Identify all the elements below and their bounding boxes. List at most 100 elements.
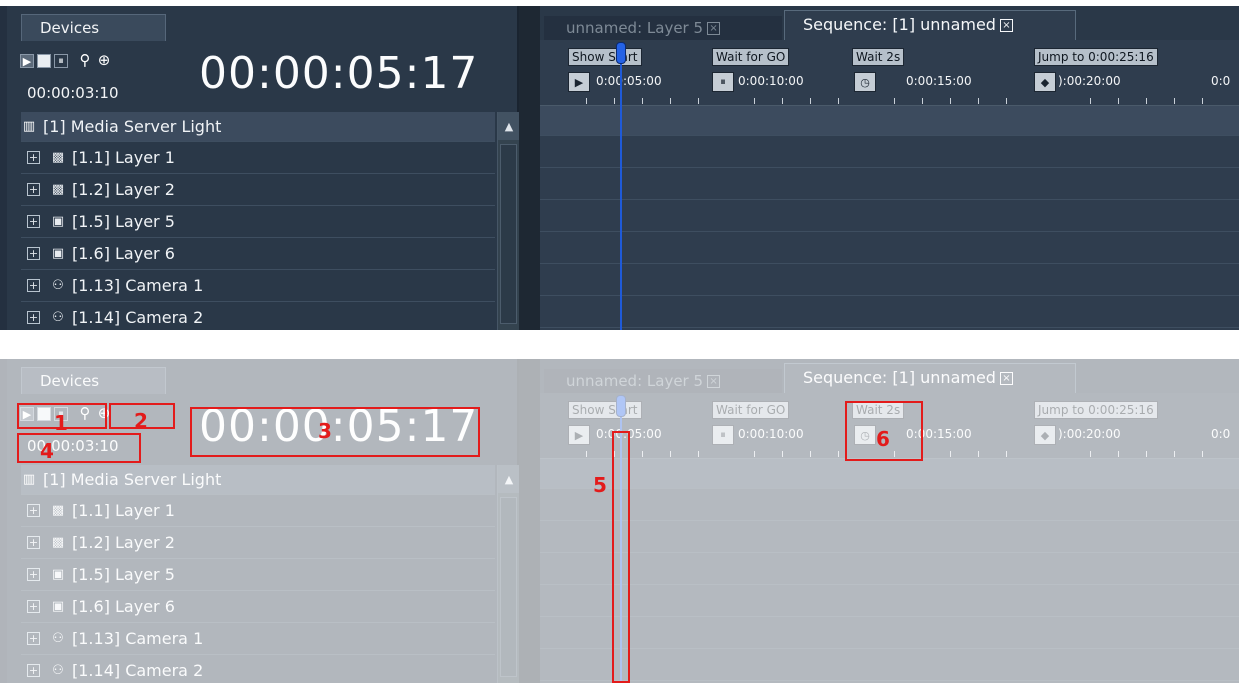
pause-icon[interactable]: ⏸ <box>712 425 734 445</box>
expand-icon[interactable]: + <box>27 215 40 228</box>
timeline-ruler[interactable]: Show Start Wait for GO Wait 2s Jump to 0… <box>540 40 1239 106</box>
marker-wait-for-go[interactable]: Wait for GO <box>712 48 790 66</box>
jump-icon[interactable]: ◆ <box>1034 425 1056 445</box>
expand-icon[interactable]: + <box>27 247 40 260</box>
sequence-lanes <box>540 459 1239 683</box>
time-label: 0:00:05:00 <box>596 74 662 88</box>
devices-tab[interactable]: Devices <box>21 14 166 41</box>
expand-icon[interactable]: + <box>27 151 40 164</box>
scroll-thumb[interactable] <box>500 497 517 677</box>
marker-show-start[interactable]: Show Start <box>568 48 642 66</box>
pause-icon[interactable]: ⏸ <box>712 72 734 92</box>
tree-scrollbar[interactable]: ▲ <box>497 465 520 683</box>
marker-wait-2s[interactable]: Wait 2s <box>852 401 905 419</box>
lane[interactable] <box>540 521 1239 553</box>
close-icon[interactable]: × <box>707 375 721 388</box>
playhead-handle[interactable] <box>616 395 626 417</box>
expand-icon[interactable]: + <box>27 568 40 581</box>
tab-label: unnamed: Layer 5 <box>566 19 704 37</box>
ruler-tick <box>950 451 951 457</box>
clock-icon[interactable]: ◷ <box>854 425 876 445</box>
scroll-thumb[interactable] <box>500 144 517 324</box>
jump-icon[interactable]: ◆ <box>1034 72 1056 92</box>
lane[interactable] <box>540 459 1239 489</box>
tree-item[interactable]: + ▣ [1.5] Layer 5 <box>21 559 495 591</box>
zoom-in-icon[interactable]: ⊕ <box>96 51 112 69</box>
play-icon[interactable]: ▶ <box>20 407 34 421</box>
lane[interactable] <box>540 489 1239 521</box>
stop-icon[interactable]: ■ <box>37 54 51 68</box>
playhead-line <box>620 395 622 683</box>
tree-item[interactable]: + ⚇ [1.13] Camera 1 <box>21 270 495 302</box>
tab-sequence[interactable]: Sequence: [1] unnamed × <box>784 363 1076 393</box>
lane[interactable] <box>540 168 1239 200</box>
lane[interactable] <box>540 200 1239 232</box>
marker-jump[interactable]: Jump to 0:00:25:16 <box>1034 48 1158 66</box>
play-icon[interactable]: ▶ <box>20 54 34 68</box>
expand-icon[interactable]: + <box>27 311 40 324</box>
layer-image-icon: ▣ <box>51 599 65 614</box>
tree-item-label: [1.2] Layer 2 <box>72 533 175 552</box>
close-icon[interactable]: × <box>999 372 1013 385</box>
playhead-handle[interactable] <box>616 42 626 64</box>
tree-item[interactable]: + ▩ [1.2] Layer 2 <box>21 174 495 206</box>
lane[interactable] <box>540 649 1239 681</box>
play-icon[interactable]: ▶ <box>568 425 590 445</box>
ruler-tick <box>1118 98 1119 104</box>
expand-icon[interactable]: + <box>27 536 40 549</box>
close-icon[interactable]: × <box>707 22 721 35</box>
clock-icon[interactable]: ◷ <box>854 72 876 92</box>
marker-jump[interactable]: Jump to 0:00:25:16 <box>1034 401 1158 419</box>
tree-item[interactable]: + ⚇ [1.14] Camera 2 <box>21 302 495 330</box>
ruler-tick <box>922 98 923 104</box>
scroll-up-icon[interactable]: ▲ <box>498 112 520 140</box>
scroll-up-icon[interactable]: ▲ <box>498 465 520 493</box>
tab-layer-5[interactable]: unnamed: Layer 5 × <box>544 369 782 393</box>
lane[interactable] <box>540 585 1239 617</box>
zoom-out-icon[interactable]: ⚲ <box>77 51 93 69</box>
timeline-ruler[interactable]: Show Start Wait for GO Wait 2s Jump to 0… <box>540 393 1239 459</box>
expand-icon[interactable]: + <box>27 664 40 677</box>
tree-item[interactable]: + ⚇ [1.14] Camera 2 <box>21 655 495 683</box>
tree-item[interactable]: + ▩ [1.1] Layer 1 <box>21 495 495 527</box>
ruler-tick <box>810 451 811 457</box>
expand-icon[interactable]: + <box>27 600 40 613</box>
pause-icon[interactable]: ⏸ <box>54 54 68 68</box>
tree-item[interactable]: + ▣ [1.5] Layer 5 <box>21 206 495 238</box>
zoom-in-icon[interactable]: ⊕ <box>96 404 112 422</box>
tree-root[interactable]: ▥ [1] Media Server Light <box>21 112 495 142</box>
tree-item-label: [1.14] Camera 2 <box>72 308 204 327</box>
play-icon[interactable]: ▶ <box>568 72 590 92</box>
ruler-tick <box>586 98 587 104</box>
tree-item[interactable]: + ▣ [1.6] Layer 6 <box>21 238 495 270</box>
tree-item[interactable]: + ▣ [1.6] Layer 6 <box>21 591 495 623</box>
tree-item[interactable]: + ▩ [1.2] Layer 2 <box>21 527 495 559</box>
tree-root[interactable]: ▥ [1] Media Server Light <box>21 465 495 495</box>
tree-item[interactable]: + ▩ [1.1] Layer 1 <box>21 142 495 174</box>
tab-sequence[interactable]: Sequence: [1] unnamed × <box>784 10 1076 40</box>
pause-icon[interactable]: ⏸ <box>54 407 68 421</box>
lane[interactable] <box>540 617 1239 649</box>
lane[interactable] <box>540 296 1239 328</box>
expand-icon[interactable]: + <box>27 504 40 517</box>
devices-tab[interactable]: Devices <box>21 367 166 394</box>
lane[interactable] <box>540 106 1239 136</box>
expand-icon[interactable]: + <box>27 632 40 645</box>
marker-wait-2s[interactable]: Wait 2s <box>852 48 905 66</box>
expand-icon[interactable]: + <box>27 183 40 196</box>
marker-show-start[interactable]: Show Start <box>568 401 642 419</box>
tab-layer-5[interactable]: unnamed: Layer 5 × <box>544 16 782 40</box>
lane[interactable] <box>540 264 1239 296</box>
expand-icon[interactable]: + <box>27 279 40 292</box>
zoom-out-icon[interactable]: ⚲ <box>77 404 93 422</box>
lane[interactable] <box>540 136 1239 168</box>
close-icon[interactable]: × <box>999 19 1013 32</box>
marker-wait-for-go[interactable]: Wait for GO <box>712 401 790 419</box>
tree-scrollbar[interactable]: ▲ <box>497 112 520 330</box>
lane[interactable] <box>540 232 1239 264</box>
lane[interactable] <box>540 553 1239 585</box>
tab-bar: unnamed: Layer 5 × Sequence: [1] unnamed × <box>540 359 1239 393</box>
ruler-tick <box>1090 451 1091 457</box>
stop-icon[interactable]: ■ <box>37 407 51 421</box>
tree-item[interactable]: + ⚇ [1.13] Camera 1 <box>21 623 495 655</box>
